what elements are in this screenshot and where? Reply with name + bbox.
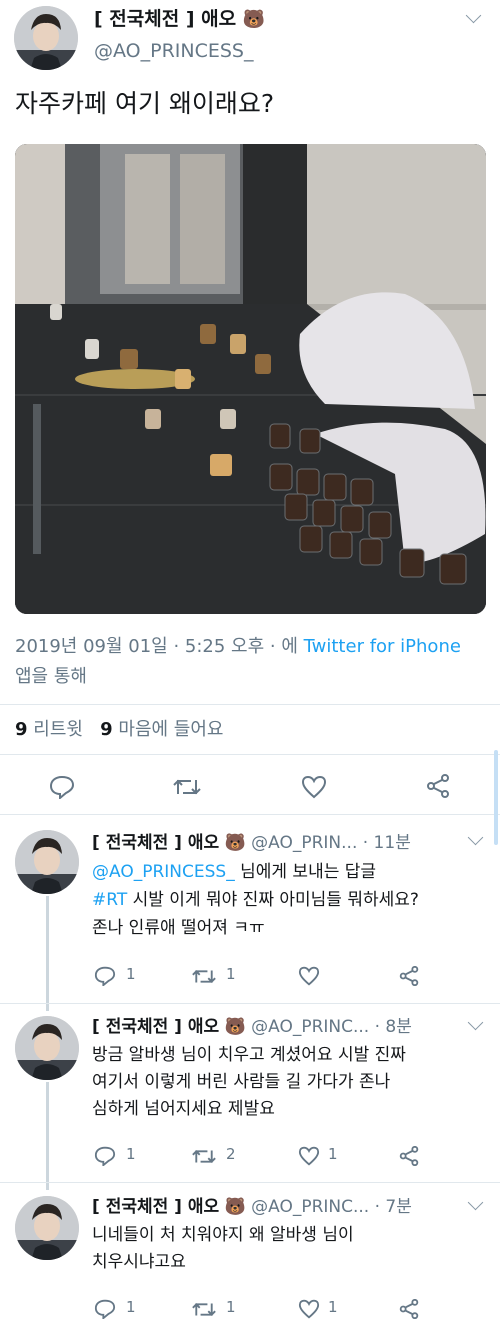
retweet-count: 2 xyxy=(226,1145,236,1163)
tweet-stats: 9 리트윗 9 마음에 들어요 xyxy=(15,716,224,744)
reply-text-line: 시발 이게 뭐야 진짜 아미님들 뭐하세요? xyxy=(127,890,419,910)
like-stat[interactable]: 9 마음에 들어요 xyxy=(100,719,223,740)
scrollbar[interactable] xyxy=(494,750,498,845)
retweet-icon[interactable] xyxy=(173,776,201,798)
divider xyxy=(0,704,500,705)
retweet-count: 1 xyxy=(226,1298,236,1316)
hashtag-link[interactable]: #RT xyxy=(92,890,127,910)
share-icon[interactable] xyxy=(399,1146,419,1166)
reply-bubble-icon[interactable] xyxy=(94,1146,116,1166)
avatar[interactable] xyxy=(15,830,79,894)
display-name[interactable]: [ 전국체전 ] 애오 xyxy=(92,1017,219,1037)
reply-text-line: 여기서 이렇게 버린 사람들 길 가다가 존나 xyxy=(92,1072,391,1092)
reply-count: 1 xyxy=(126,965,136,983)
retweet-count: 1 xyxy=(226,965,236,983)
divider xyxy=(0,1182,500,1183)
heart-icon[interactable] xyxy=(298,966,320,986)
divider xyxy=(0,1003,500,1004)
heart-icon[interactable] xyxy=(301,775,327,799)
bear-emoji-icon: 🐻 xyxy=(224,1017,246,1037)
tweet-photo[interactable] xyxy=(15,144,486,614)
reply-text-line: 존나 인류애 떨어져 ㅋㅠ xyxy=(92,918,265,938)
reply-time: · 7분 xyxy=(374,1197,412,1217)
reply-header: [ 전국체전 ] 애오 🐻 @AO_PRINC... · 7분 xyxy=(92,1194,472,1220)
user-handle[interactable]: @AO_PRINC... xyxy=(251,1017,369,1037)
share-icon[interactable] xyxy=(399,966,419,986)
heart-icon[interactable] xyxy=(298,1146,320,1166)
timestamp-text: 2019년 09월 01일 · 5:25 오후 · 에 xyxy=(15,636,298,657)
retweet-count: 9 xyxy=(15,719,28,740)
thread-line xyxy=(46,896,49,1011)
retweet-label: 리트윗 xyxy=(33,719,83,740)
avatar[interactable] xyxy=(15,1196,79,1260)
tweet-text: 자주카페 여기 왜이래요? xyxy=(15,89,275,118)
reply-text-line: 니네들이 처 치워야지 왜 알바생 님이 xyxy=(92,1225,354,1245)
reply-text: 방금 알바생 님이 치우고 계셨어요 시발 진짜 여기서 이렇게 버린 사람들 … xyxy=(92,1042,492,1123)
bear-emoji-icon: 🐻 xyxy=(242,9,266,30)
retweet-stat[interactable]: 9 리트윗 xyxy=(15,719,89,740)
display-name[interactable]: [ 전국체전 ] 애오 xyxy=(92,833,219,853)
thread-line xyxy=(46,1082,49,1190)
reply-time: · 8분 xyxy=(374,1017,412,1037)
user-handle[interactable]: @AO_PRIN... xyxy=(251,833,357,853)
retweet-icon[interactable] xyxy=(192,1300,216,1319)
reply-text: @AO_PRINCESS_ 님에게 보내는 답글 #RT 시발 이게 뭐야 진짜… xyxy=(92,858,492,942)
like-count: 1 xyxy=(328,1298,338,1316)
reply-text-line: 심하게 넘어지세요 제발요 xyxy=(92,1099,275,1119)
retweet-icon[interactable] xyxy=(192,967,216,986)
reply-to-suffix: 님에게 보내는 답글 xyxy=(240,862,377,882)
reply-header: [ 전국체전 ] 애오 🐻 @AO_PRINC... · 8분 xyxy=(92,1014,472,1040)
user-handle[interactable]: @AO_PRINCESS_ xyxy=(94,38,254,64)
display-name[interactable]: [ 전국체전 ] 애오 🐻 xyxy=(94,6,265,33)
display-name-text: [ 전국체전 ] 애오 xyxy=(94,8,237,30)
share-icon[interactable] xyxy=(399,1299,419,1319)
reply-text-line: 치우시냐고요 xyxy=(92,1252,186,1272)
divider xyxy=(0,814,500,815)
reply-text-line: 방금 알바생 님이 치우고 계셨어요 시발 진짜 xyxy=(92,1045,406,1065)
reply-bubble-icon[interactable] xyxy=(49,775,75,799)
avatar[interactable] xyxy=(14,6,78,70)
chevron-down-icon[interactable] xyxy=(465,7,482,24)
reply-text: 니네들이 처 치워야지 왜 알바생 님이 치우시냐고요 xyxy=(92,1222,492,1276)
reply-header: [ 전국체전 ] 애오 🐻 @AO_PRIN... · 11분 xyxy=(92,830,472,856)
reply-count: 1 xyxy=(126,1298,136,1316)
reply-bubble-icon[interactable] xyxy=(94,966,116,986)
source-suffix: 앱을 통해 xyxy=(15,666,87,687)
retweet-icon[interactable] xyxy=(192,1147,216,1166)
divider xyxy=(0,754,500,755)
reply-bubble-icon[interactable] xyxy=(94,1299,116,1319)
like-count: 1 xyxy=(328,1145,338,1163)
reply-count: 1 xyxy=(126,1145,136,1163)
user-handle[interactable]: @AO_PRINC... xyxy=(251,1197,369,1217)
tweet-timestamp: 2019년 09월 01일 · 5:25 오후 · 에 Twitter for … xyxy=(15,632,485,692)
like-label: 마음에 들어요 xyxy=(118,719,224,740)
share-icon[interactable] xyxy=(426,774,450,798)
like-count: 9 xyxy=(100,719,113,740)
mention-link[interactable]: @AO_PRINCESS_ xyxy=(92,862,235,882)
bear-emoji-icon: 🐻 xyxy=(224,833,246,853)
heart-icon[interactable] xyxy=(298,1299,320,1319)
source-link[interactable]: Twitter for iPhone xyxy=(304,636,461,657)
avatar[interactable] xyxy=(15,1016,79,1080)
bear-emoji-icon: 🐻 xyxy=(224,1197,246,1217)
reply-time: · 11분 xyxy=(362,833,411,853)
display-name[interactable]: [ 전국체전 ] 애오 xyxy=(92,1197,219,1217)
